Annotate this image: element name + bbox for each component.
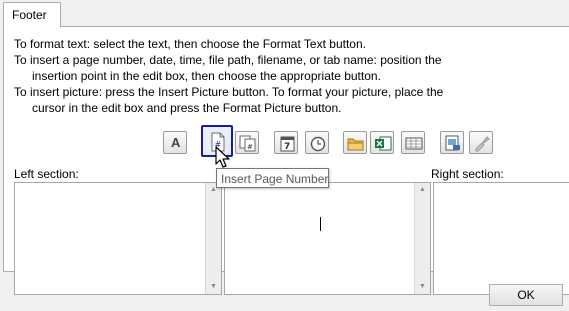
svg-text:#: # <box>247 143 253 151</box>
insert-sheet-name-button[interactable] <box>401 131 425 154</box>
tab-footer[interactable]: Footer <box>3 2 61 27</box>
left-section-editbox[interactable]: ▲ ▼ <box>14 182 222 295</box>
insert-picture-button[interactable] <box>440 131 464 154</box>
instruction-line: To format text: select the text, then ch… <box>14 37 366 51</box>
scroll-down-arrow-icon[interactable]: ▼ <box>419 283 426 291</box>
center-section-scrollbar[interactable]: ▲ ▼ <box>414 183 430 294</box>
insert-time-button[interactable] <box>305 131 329 154</box>
left-section-label: Left section: <box>14 167 79 181</box>
scroll-up-arrow-icon[interactable]: ▲ <box>419 186 426 194</box>
left-section-scrollbar[interactable]: ▲ ▼ <box>205 183 221 294</box>
instruction-line: cursor in the edit box and press the For… <box>32 101 342 115</box>
mouse-pointer-icon <box>215 146 230 168</box>
insert-file-name-button[interactable] <box>370 131 394 154</box>
insert-sheet-name-icon <box>405 137 423 150</box>
insert-number-of-pages-icon: # <box>239 135 256 152</box>
format-text-button[interactable]: A <box>163 131 187 154</box>
format-picture-icon <box>475 136 490 152</box>
center-section-editbox[interactable]: ▲ ▼ <box>224 182 431 295</box>
instruction-line: insertion point in the edit box, then ch… <box>32 69 381 83</box>
tooltip: Insert Page Number <box>216 168 329 188</box>
insert-time-icon <box>310 136 326 152</box>
text-cursor <box>320 217 321 231</box>
insert-file-name-icon <box>375 136 392 151</box>
right-section-label: Right section: <box>431 167 504 181</box>
instructions: To format text: select the text, then ch… <box>14 36 443 116</box>
insert-file-path-icon <box>347 138 364 151</box>
insert-file-path-button[interactable] <box>343 131 367 154</box>
insert-date-button[interactable]: 7 <box>274 131 298 154</box>
instruction-line: To insert picture: press the Insert Pict… <box>14 85 444 99</box>
footer-panel: To format text: select the text, then ch… <box>3 26 569 295</box>
insert-number-of-pages-button[interactable]: # <box>235 131 259 154</box>
svg-text:7: 7 <box>284 142 290 152</box>
insert-date-icon: 7 <box>280 136 295 152</box>
instruction-line: To insert a page number, date, time, fil… <box>14 53 442 67</box>
scroll-down-arrow-icon[interactable]: ▼ <box>210 283 217 291</box>
ok-button[interactable]: OK <box>489 284 563 306</box>
format-text-icon: A <box>171 135 181 150</box>
format-picture-button[interactable] <box>469 131 493 154</box>
insert-picture-icon <box>445 135 460 151</box>
right-section-editbox[interactable] <box>433 182 569 295</box>
